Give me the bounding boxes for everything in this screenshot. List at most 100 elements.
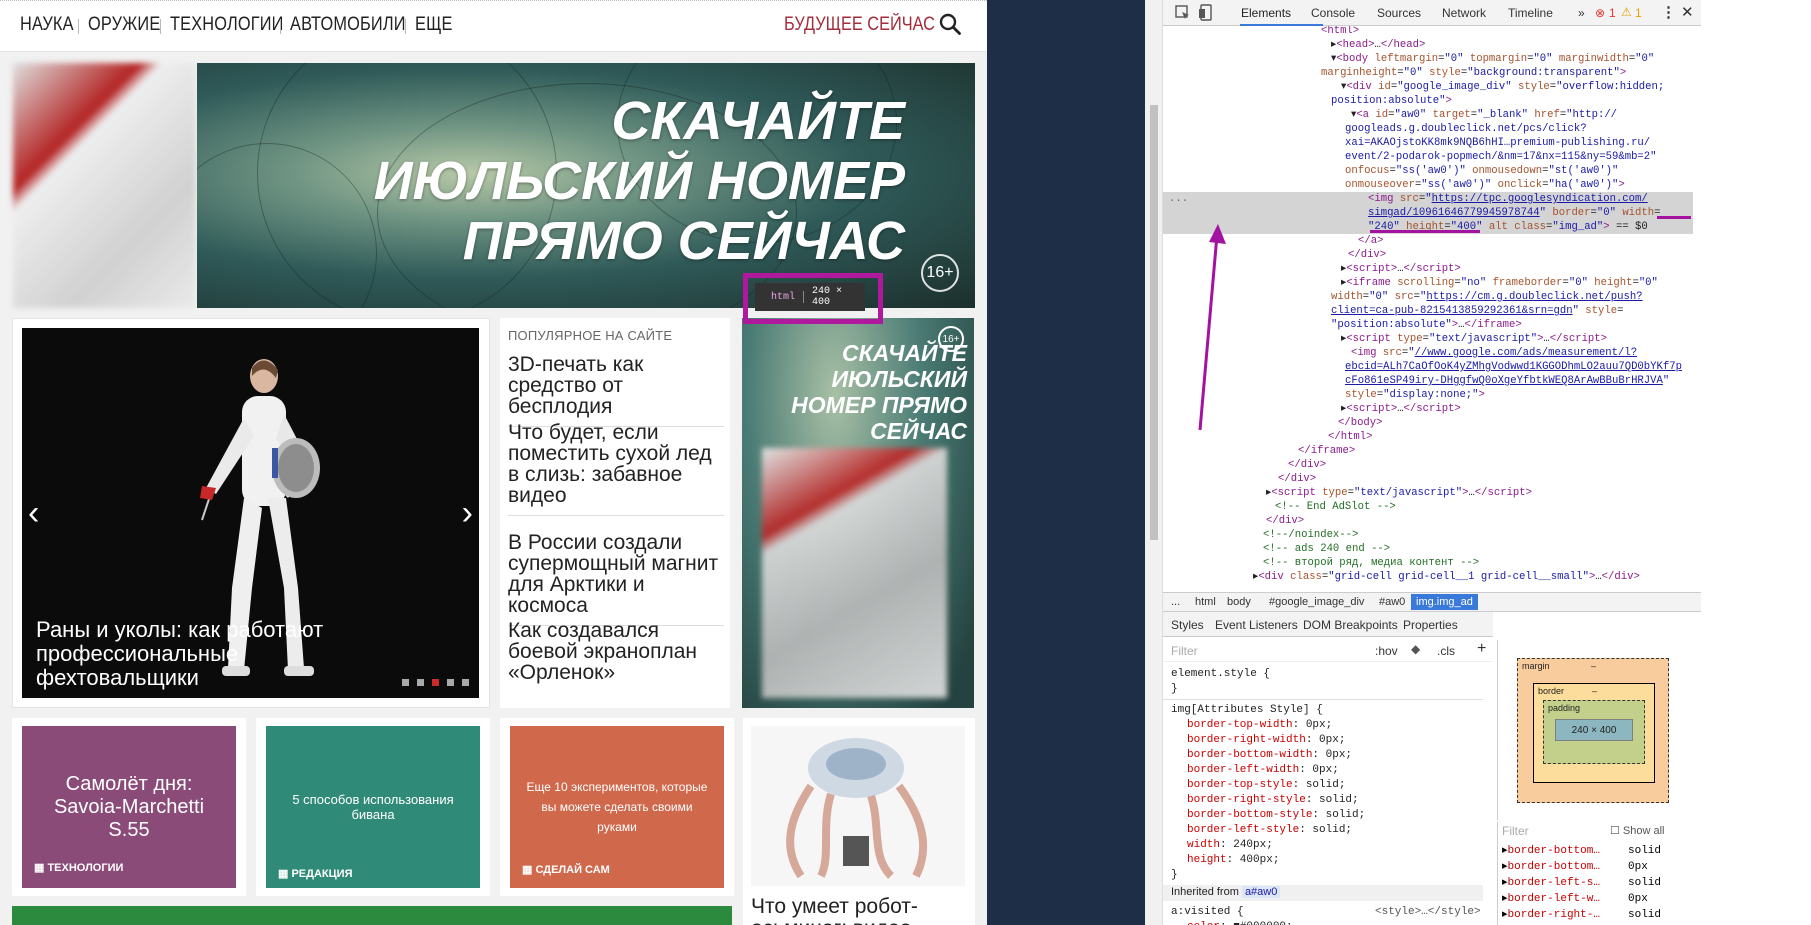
- inherited-target-link[interactable]: a#aw0: [1241, 886, 1281, 898]
- style-decl[interactable]: width: 240px;: [1187, 838, 1273, 853]
- dom-line[interactable]: <img src="//www.google.com/ads/measureme…: [1351, 346, 1637, 360]
- tab-sources[interactable]: Sources: [1377, 6, 1421, 20]
- popular-item[interactable]: Как создавался боевой экраноплан «Орлено…: [508, 620, 724, 692]
- tile-image[interactable]: Еще 10 экспериментов, которые вы можете …: [510, 726, 724, 888]
- robot-caption[interactable]: Что умеет робот-осьминог: видео: [751, 896, 971, 925]
- style-source[interactable]: <style>…</style>: [1375, 905, 1481, 920]
- dom-line[interactable]: <!-- ads 240 end -->: [1263, 542, 1390, 556]
- popular-item[interactable]: 3D-печать как средство от бесплодия: [508, 354, 724, 427]
- article-tile[interactable]: Самолёт дня: Savoia-Marchetti S.55 ▦ ТЕХ…: [12, 718, 246, 896]
- dom-line[interactable]: ▸<script type="text/javascript">…</scrip…: [1266, 486, 1532, 500]
- dom-line[interactable]: </body>: [1338, 416, 1383, 430]
- computed-filter-input[interactable]: Filter: [1502, 824, 1529, 840]
- close-icon[interactable]: ✕: [1681, 3, 1694, 21]
- warning-icon[interactable]: ⚠: [1621, 5, 1632, 19]
- dom-line[interactable]: ▸<script type="text/javascript">…</scrip…: [1341, 332, 1607, 346]
- popular-item[interactable]: В России создали супермощный магнит для …: [508, 532, 724, 626]
- slider-dot-active[interactable]: [432, 679, 439, 686]
- popular-item[interactable]: Что будет, если поместить сухой лед в сл…: [508, 422, 724, 516]
- scrollbar-thumb[interactable]: [1150, 105, 1158, 540]
- slider-caption[interactable]: Раны и уколы: как работают профессиональ…: [36, 618, 336, 690]
- future-now-link[interactable]: БУДУЩЕЕ СЕЙЧАС: [784, 14, 935, 36]
- style-decl[interactable]: color: ■#000000;: [1187, 920, 1293, 925]
- dom-line[interactable]: </div>: [1348, 248, 1386, 262]
- style-decl[interactable]: border-bottom-width: 0px;: [1187, 748, 1352, 763]
- tab-console[interactable]: Console: [1311, 6, 1355, 20]
- slider-dot[interactable]: [447, 679, 454, 686]
- computed-row[interactable]: ▸border-left-w…: [1502, 892, 1600, 908]
- inspect-element-icon[interactable]: [1175, 5, 1191, 21]
- more-tabs-button[interactable]: »: [1578, 6, 1585, 20]
- dom-line[interactable]: </div>: [1266, 514, 1304, 528]
- banner-magazine-cover[interactable]: [13, 63, 196, 308]
- style-rule[interactable]: img[Attributes Style] {: [1171, 703, 1323, 718]
- computed-row[interactable]: ▸border-right-…: [1502, 908, 1600, 924]
- page-scrollbar[interactable]: [1145, 0, 1163, 925]
- style-decl[interactable]: border-right-style: solid;: [1187, 793, 1359, 808]
- error-count[interactable]: 1: [1609, 6, 1616, 20]
- dom-line[interactable]: <html>: [1321, 26, 1359, 38]
- article-tile[interactable]: Еще 10 экспериментов, которые вы можете …: [500, 718, 734, 896]
- article-tile[interactable]: 5 способов использования бивана ▦ РЕДАКЦ…: [256, 718, 490, 896]
- style-decl[interactable]: border-right-width: 0px;: [1187, 733, 1345, 748]
- subtab-properties[interactable]: Properties: [1403, 618, 1458, 632]
- dom-line[interactable]: ▸<script>…</script>: [1341, 262, 1461, 276]
- nav-technology[interactable]: ТЕХНОЛОГИИ: [170, 14, 284, 36]
- computed-row[interactable]: ▸border-bottom…: [1502, 860, 1600, 876]
- breadcrumb-item[interactable]: ...: [1171, 596, 1180, 608]
- slider-dot[interactable]: [417, 679, 424, 686]
- search-icon[interactable]: [939, 13, 961, 35]
- style-decl[interactable]: border-left-style: solid;: [1187, 823, 1352, 838]
- slider-dot[interactable]: [402, 679, 409, 686]
- error-icon[interactable]: ⊗: [1595, 6, 1605, 20]
- dom-line[interactable]: ▾<div id="google_image_div" style="overf…: [1341, 80, 1664, 94]
- green-promo-bar[interactable]: [12, 906, 732, 925]
- dom-line[interactable]: ▸<iframe scrolling="no" frameborder="0" …: [1341, 276, 1658, 290]
- dom-line[interactable]: </iframe>: [1298, 444, 1355, 458]
- nav-science[interactable]: НАУКА: [20, 14, 74, 36]
- subtab-styles[interactable]: Styles: [1171, 618, 1204, 632]
- tab-network[interactable]: Network: [1442, 6, 1486, 20]
- slider-next-arrow[interactable]: ›: [462, 496, 473, 530]
- slider-image[interactable]: Раны и уколы: как работают профессиональ…: [22, 328, 479, 698]
- style-decl[interactable]: border-left-width: 0px;: [1187, 763, 1339, 778]
- dom-line[interactable]: </div>: [1288, 458, 1326, 472]
- side-ad-banner[interactable]: СКАЧАЙТЕ ИЮЛЬСКИЙ НОМЕР ПРЯМО СЕЙЧАС 16+: [742, 318, 974, 708]
- tab-elements[interactable]: Elements: [1241, 6, 1291, 20]
- computed-row[interactable]: ▸border-left-s…: [1502, 876, 1600, 892]
- dom-line[interactable]: </div>: [1278, 472, 1316, 486]
- tab-timeline[interactable]: Timeline: [1508, 6, 1553, 20]
- tile-image[interactable]: 5 способов использования бивана ▦ РЕДАКЦ…: [266, 726, 480, 888]
- style-decl[interactable]: border-top-style: solid;: [1187, 778, 1345, 793]
- style-rule[interactable]: a:visited {: [1171, 905, 1244, 920]
- device-mode-icon[interactable]: [1199, 4, 1213, 21]
- slider-dot[interactable]: [462, 679, 469, 686]
- article-tile-robot[interactable]: Что умеет робот-осьминог: видео: [743, 718, 975, 925]
- breadcrumb-item[interactable]: body: [1227, 596, 1251, 608]
- dom-line[interactable]: ▾<body leftmargin="0" topmargin="0" marg…: [1331, 52, 1654, 66]
- box-model-content[interactable]: 240 × 400: [1555, 719, 1633, 741]
- dom-line[interactable]: ▸<head>…</head>: [1331, 38, 1425, 52]
- breadcrumb-item[interactable]: html: [1195, 596, 1216, 608]
- breadcrumb-item[interactable]: #google_image_div: [1269, 596, 1364, 608]
- style-decl[interactable]: border-top-width: 0px;: [1187, 718, 1332, 733]
- top-ad-banner[interactable]: СКАЧАЙТЕ ИЮЛЬСКИЙ НОМЕР ПРЯМО СЕЙЧАС 16+: [197, 63, 975, 308]
- subtab-dom-breakpoints[interactable]: DOM Breakpoints: [1303, 618, 1398, 632]
- slider-prev-arrow[interactable]: ‹: [28, 496, 39, 530]
- tile-image[interactable]: Самолёт дня: Savoia-Marchetti S.55 ▦ ТЕХ…: [22, 726, 236, 888]
- nav-more[interactable]: ЕЩЕ: [415, 14, 453, 36]
- robot-octopus-photo[interactable]: [751, 726, 965, 886]
- dom-line[interactable]: <!-- второй ряд, медиа контент -->: [1263, 556, 1479, 570]
- dom-line[interactable]: <!--/noindex-->: [1263, 528, 1358, 542]
- computed-row[interactable]: ▸border-bottom…: [1502, 844, 1600, 860]
- dom-line[interactable]: ▾<a id="aw0" target="_blank" href="http:…: [1351, 108, 1617, 122]
- breadcrumb-active[interactable]: img.img_ad: [1411, 594, 1478, 610]
- nav-auto[interactable]: АВТОМОБИЛИ: [290, 14, 406, 36]
- dom-line[interactable]: <!-- End AdSlot -->: [1275, 500, 1396, 514]
- warning-count[interactable]: 1: [1635, 6, 1642, 20]
- dom-line-selected-img[interactable]: <img src="https://tpc.googlesyndication.…: [1368, 192, 1648, 206]
- dom-line[interactable]: </html>: [1328, 430, 1373, 444]
- style-decl[interactable]: border-bottom-style: solid;: [1187, 808, 1365, 823]
- style-decl[interactable]: height: 400px;: [1187, 853, 1279, 868]
- dom-line[interactable]: ▸<script>…</script>: [1341, 402, 1461, 416]
